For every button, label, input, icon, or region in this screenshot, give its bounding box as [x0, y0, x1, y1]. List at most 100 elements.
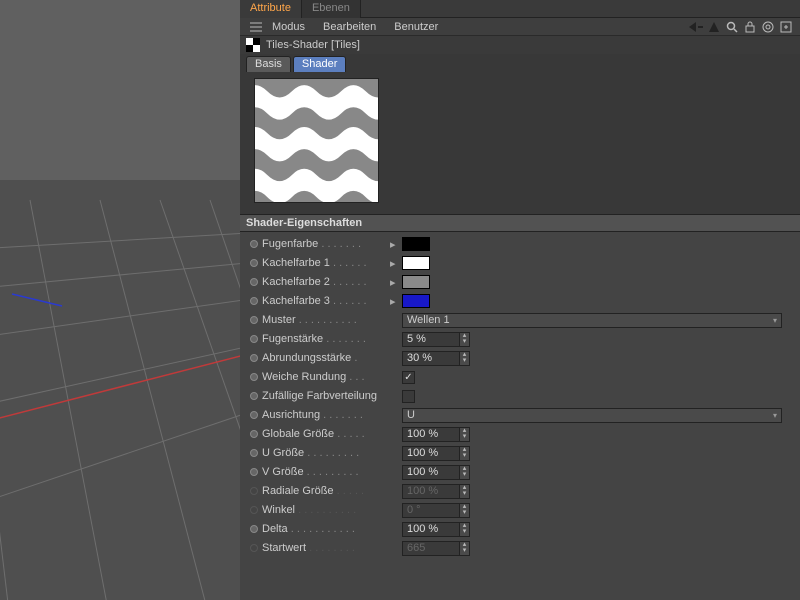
anim-dot[interactable] — [250, 392, 258, 400]
swatch-kachelfarbe1[interactable] — [402, 256, 430, 270]
dropdown-muster[interactable]: Wellen 1▾ — [402, 313, 782, 328]
label-fugenfarbe: Fugenfarbe . . . . . . . — [262, 238, 390, 250]
row-radiale-groesse: Radiale Größe . . . . . 100 % ▴▾ — [250, 482, 796, 500]
anim-dot[interactable] — [250, 430, 258, 438]
anim-dot[interactable] — [250, 259, 258, 267]
input-startwert: 665 — [402, 541, 460, 556]
input-winkel: 0 ° — [402, 503, 460, 518]
viewport-3d[interactable] — [0, 0, 240, 600]
label-u-groesse: U Größe . . . . . . . . . — [262, 447, 390, 459]
row-winkel: Winkel . . . . . . . . . . 0 ° ▴▾ — [250, 501, 796, 519]
attribute-menubar: Modus Bearbeiten Benutzer — [240, 18, 800, 36]
label-weiche-rundung: Weiche Rundung . . . — [262, 371, 390, 383]
input-delta[interactable]: 100 % — [402, 522, 460, 537]
expand-arrow-icon[interactable]: ▸ — [390, 276, 396, 289]
shader-preview[interactable] — [254, 78, 379, 203]
expand-arrow-icon[interactable]: ▸ — [390, 238, 396, 251]
anim-dot — [250, 544, 258, 552]
label-muster: Muster . . . . . . . . . . — [262, 314, 390, 326]
stepper-globale-groesse[interactable]: ▴▾ — [460, 427, 470, 442]
anim-dot[interactable] — [250, 411, 258, 419]
row-kachelfarbe1: Kachelfarbe 1 . . . . . . ▸ — [250, 254, 796, 272]
label-delta: Delta . . . . . . . . . . . — [262, 523, 390, 535]
anim-dot[interactable] — [250, 278, 258, 286]
menu-icon[interactable] — [248, 19, 264, 35]
row-abrundungsstaerke: Abrundungsstärke . 30 % ▴▾ — [250, 349, 796, 367]
label-abrundungsstaerke: Abrundungsstärke . — [262, 352, 390, 364]
row-kachelfarbe2: Kachelfarbe 2 . . . . . . ▸ — [250, 273, 796, 291]
target-icon[interactable] — [760, 19, 776, 35]
properties-list: Fugenfarbe . . . . . . . ▸ Kachelfarbe 1… — [240, 232, 800, 567]
label-fugenstaerke: Fugenstärke . . . . . . . — [262, 333, 390, 345]
swatch-fugenfarbe[interactable] — [402, 237, 430, 251]
anim-dot[interactable] — [250, 316, 258, 324]
anim-dot[interactable] — [250, 373, 258, 381]
input-radiale-groesse: 100 % — [402, 484, 460, 499]
label-v-groesse: V Größe . . . . . . . . . — [262, 466, 390, 478]
chevron-down-icon: ▾ — [773, 411, 777, 420]
menu-bearbeiten[interactable]: Bearbeiten — [323, 21, 376, 33]
anim-dot[interactable] — [250, 525, 258, 533]
input-globale-groesse[interactable]: 100 % — [402, 427, 460, 442]
label-kachelfarbe2: Kachelfarbe 2 . . . . . . — [262, 276, 390, 288]
stepper-v-groesse[interactable]: ▴▾ — [460, 465, 470, 480]
object-title: Tiles-Shader [Tiles] — [266, 39, 360, 51]
anim-dot — [250, 487, 258, 495]
swatch-kachelfarbe2[interactable] — [402, 275, 430, 289]
anim-dot[interactable] — [250, 335, 258, 343]
section-header: Shader-Eigenschaften — [240, 214, 800, 232]
row-weiche-rundung: Weiche Rundung . . . ✓ — [250, 368, 796, 386]
tiles-shader-icon — [246, 38, 260, 52]
menu-modus[interactable]: Modus — [272, 21, 305, 33]
stepper-fugenstaerke[interactable]: ▴▾ — [460, 332, 470, 347]
search-icon[interactable] — [724, 19, 740, 35]
row-globale-groesse: Globale Größe . . . . . 100 % ▴▾ — [250, 425, 796, 443]
anim-dot[interactable] — [250, 240, 258, 248]
row-fugenfarbe: Fugenfarbe . . . . . . . ▸ — [250, 235, 796, 253]
label-kachelfarbe3: Kachelfarbe 3 . . . . . . — [262, 295, 390, 307]
label-kachelfarbe1: Kachelfarbe 1 . . . . . . — [262, 257, 390, 269]
new-window-icon[interactable] — [778, 19, 794, 35]
nav-back-icon[interactable] — [688, 19, 704, 35]
input-v-groesse[interactable]: 100 % — [402, 465, 460, 480]
stepper-delta[interactable]: ▴▾ — [460, 522, 470, 537]
nav-up-icon[interactable] — [706, 19, 722, 35]
row-ausrichtung: Ausrichtung . . . . . . . U▾ — [250, 406, 796, 424]
lock-icon[interactable] — [742, 19, 758, 35]
anim-dot[interactable] — [250, 297, 258, 305]
label-radiale-groesse: Radiale Größe . . . . . — [262, 485, 390, 497]
menu-benutzer[interactable]: Benutzer — [394, 21, 438, 33]
swatch-kachelfarbe3[interactable] — [402, 294, 430, 308]
label-ausrichtung: Ausrichtung . . . . . . . — [262, 409, 390, 421]
expand-arrow-icon[interactable]: ▸ — [390, 295, 396, 308]
object-title-row: Tiles-Shader [Tiles] — [240, 36, 800, 54]
row-zufall-farb: Zufällige Farbverteilung — [250, 387, 796, 405]
input-fugenstaerke[interactable]: 5 % — [402, 332, 460, 347]
row-fugenstaerke: Fugenstärke . . . . . . . 5 % ▴▾ — [250, 330, 796, 348]
stepper-winkel: ▴▾ — [460, 503, 470, 518]
chevron-down-icon: ▾ — [773, 316, 777, 325]
input-abrundungsstaerke[interactable]: 30 % — [402, 351, 460, 366]
tab-ebenen[interactable]: Ebenen — [302, 0, 361, 18]
anim-dot[interactable] — [250, 449, 258, 457]
checkbox-zufall-farb[interactable] — [402, 390, 415, 403]
dropdown-ausrichtung[interactable]: U▾ — [402, 408, 782, 423]
row-muster: Muster . . . . . . . . . . Wellen 1▾ — [250, 311, 796, 329]
stepper-startwert: ▴▾ — [460, 541, 470, 556]
anim-dot[interactable] — [250, 354, 258, 362]
tab-attribute[interactable]: Attribute — [240, 0, 302, 18]
stepper-u-groesse[interactable]: ▴▾ — [460, 446, 470, 461]
subtab-basis[interactable]: Basis — [246, 56, 291, 72]
anim-dot — [250, 506, 258, 514]
anim-dot[interactable] — [250, 468, 258, 476]
stepper-abrundungsstaerke[interactable]: ▴▾ — [460, 351, 470, 366]
input-u-groesse[interactable]: 100 % — [402, 446, 460, 461]
subtabs: Basis Shader — [240, 54, 800, 72]
row-v-groesse: V Größe . . . . . . . . . 100 % ▴▾ — [250, 463, 796, 481]
label-winkel: Winkel . . . . . . . . . . — [262, 504, 390, 516]
checkbox-weiche-rundung[interactable]: ✓ — [402, 371, 415, 384]
panel-tabs: Attribute Ebenen — [240, 0, 800, 18]
expand-arrow-icon[interactable]: ▸ — [390, 257, 396, 270]
label-globale-groesse: Globale Größe . . . . . — [262, 428, 390, 440]
subtab-shader[interactable]: Shader — [293, 56, 346, 72]
